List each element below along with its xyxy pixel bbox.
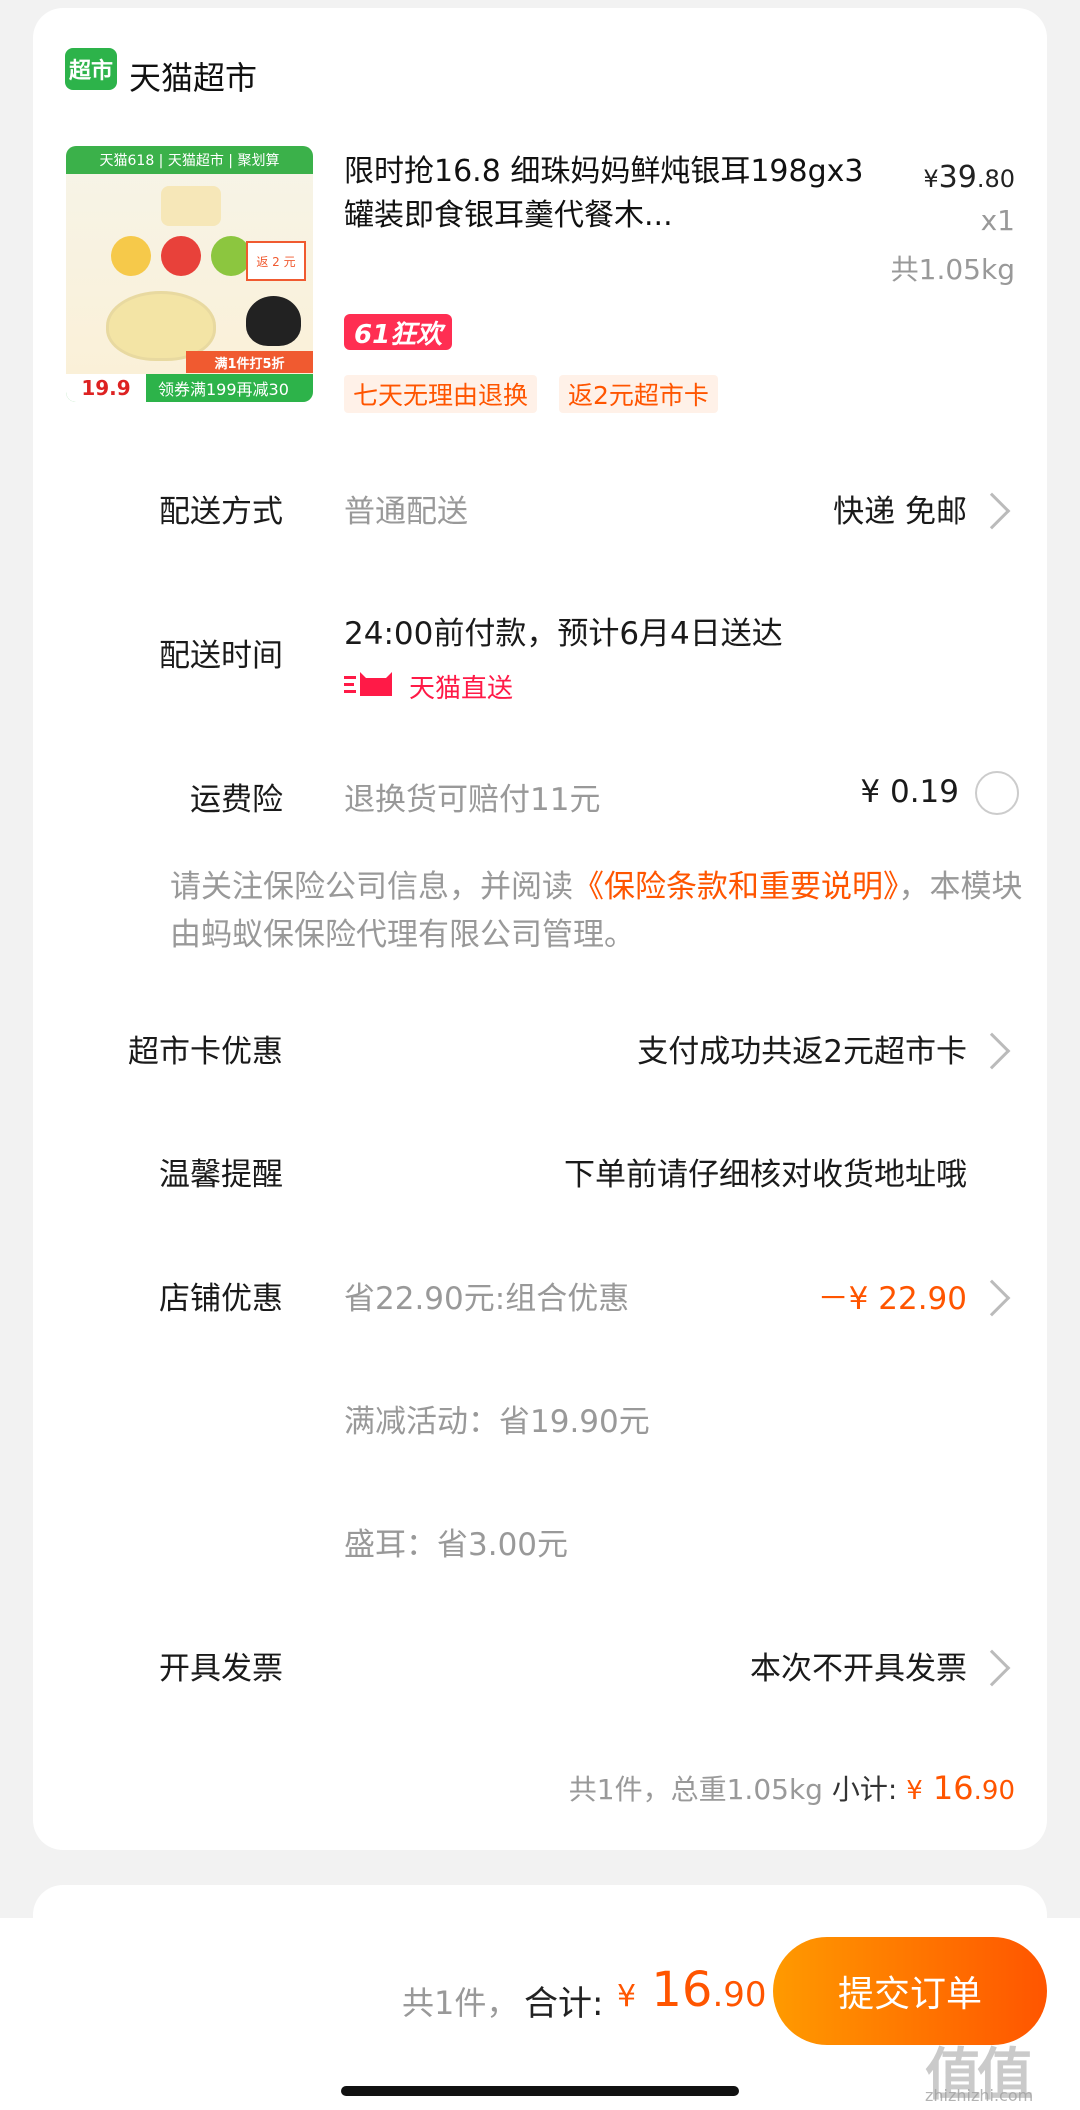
- bottom-bar: 共1件， 合计: ¥ 16.90 提交订单: [0, 1918, 1080, 2110]
- product-box: [161, 186, 221, 226]
- chevron-right-icon[interactable]: [973, 1032, 1011, 1070]
- shipping-insurance-value: 退换货可赔付11元: [344, 782, 601, 818]
- product-thumbnail[interactable]: 天猫618 | 天猫超市 | 聚划算 返 2 元 满1件打5折 19.9 领券满…: [66, 146, 313, 402]
- delivery-method-right[interactable]: 快递 免邮: [833, 486, 967, 531]
- full-reduction-value: 满减活动：省19.90元: [344, 1404, 650, 1440]
- store-name[interactable]: 天猫超市: [129, 53, 257, 99]
- jar-red: [161, 236, 201, 276]
- reminder-label: 温馨提醒: [159, 1157, 283, 1193]
- thumbnail-top-text: 天猫618 | 天猫超市 | 聚划算: [66, 146, 313, 174]
- tag-return: 七天无理由退换: [344, 375, 538, 413]
- invoice-value[interactable]: 本次不开具发票: [750, 1643, 967, 1688]
- product-weight: 共1.05kg: [890, 253, 1015, 286]
- order-summary: 共1件，总重1.05kg 小计: ¥ 16.90: [568, 1769, 1015, 1807]
- thumbnail-price: 19.9: [66, 374, 146, 402]
- market-card-value[interactable]: 支付成功共返2元超市卡: [637, 1026, 967, 1071]
- product-price: ¥39.80: [923, 160, 1015, 195]
- store-discount-value: 省22.90元:组合优惠: [344, 1281, 630, 1317]
- market-card-label: 超市卡优惠: [128, 1034, 283, 1070]
- tmall-cat-logo: [246, 296, 301, 346]
- product-title[interactable]: 限时抢16.8 细珠妈妈鲜炖银耳198gx3罐装即食银耳羹代餐木...: [344, 150, 864, 238]
- shenger-value: 盛耳：省3.00元: [344, 1527, 569, 1563]
- total-value: ¥ 16.90: [617, 1962, 767, 2018]
- total-count: 共1件，: [402, 1984, 519, 2022]
- reminder-value: 下单前请仔细核对收货地址哦: [564, 1157, 967, 1193]
- thumbnail-bottom-text: 领券满199再减30: [158, 380, 289, 399]
- product-qty: x1: [980, 204, 1015, 237]
- chevron-right-icon[interactable]: [973, 1279, 1011, 1317]
- thumbnail-bottom-bar: 19.9 领券满199再减30: [66, 374, 313, 402]
- delivery-method-label: 配送方式: [159, 494, 283, 530]
- chevron-right-icon[interactable]: [973, 1649, 1011, 1687]
- watermark-sub: zhizhizhi.com: [925, 2086, 1034, 2105]
- promo-badge: 61狂欢: [344, 314, 453, 350]
- chevron-right-icon[interactable]: [973, 492, 1011, 530]
- shipping-insurance-price: ¥ 0.19: [860, 774, 959, 810]
- jar-yellow: [111, 236, 151, 276]
- invoice-label: 开具发票: [159, 1651, 283, 1687]
- delivery-method-value: 普通配送: [344, 494, 468, 530]
- tmall-direct-icon: [344, 672, 392, 696]
- return-card-tag: 返 2 元: [246, 241, 306, 281]
- delivery-time-label: 配送时间: [159, 638, 283, 674]
- tag-market-card: 返2元超市卡: [559, 375, 718, 413]
- shipping-insurance-label: 运费险: [190, 782, 283, 818]
- home-indicator[interactable]: [341, 2086, 739, 2096]
- total-label: 合计:: [524, 1984, 604, 2024]
- insurance-radio[interactable]: [975, 771, 1019, 815]
- jar-green: [211, 236, 251, 276]
- order-card: 超市 天猫超市 天猫618 | 天猫超市 | 聚划算 返 2 元 满1件打5折 …: [33, 8, 1047, 1850]
- store-discount-label: 店铺优惠: [159, 1281, 283, 1317]
- delivery-time-value: 24:00前付款，预计6月4日送达: [344, 616, 783, 652]
- thumbnail-ribbon: 满1件打5折: [186, 351, 313, 373]
- store-logo: 超市: [65, 48, 117, 90]
- insurance-terms-link[interactable]: 《保险条款和重要说明》: [573, 869, 899, 905]
- tmall-direct-text: 天猫直送: [409, 674, 514, 704]
- submit-order-button[interactable]: 提交订单: [773, 1937, 1047, 2045]
- insurance-notice: 请关注保险公司信息，并阅读《保险条款和重要说明》，本模块由蚂蚁保保险代理有限公司…: [170, 869, 1023, 953]
- store-discount-amount[interactable]: －¥ 22.90: [818, 1273, 967, 1318]
